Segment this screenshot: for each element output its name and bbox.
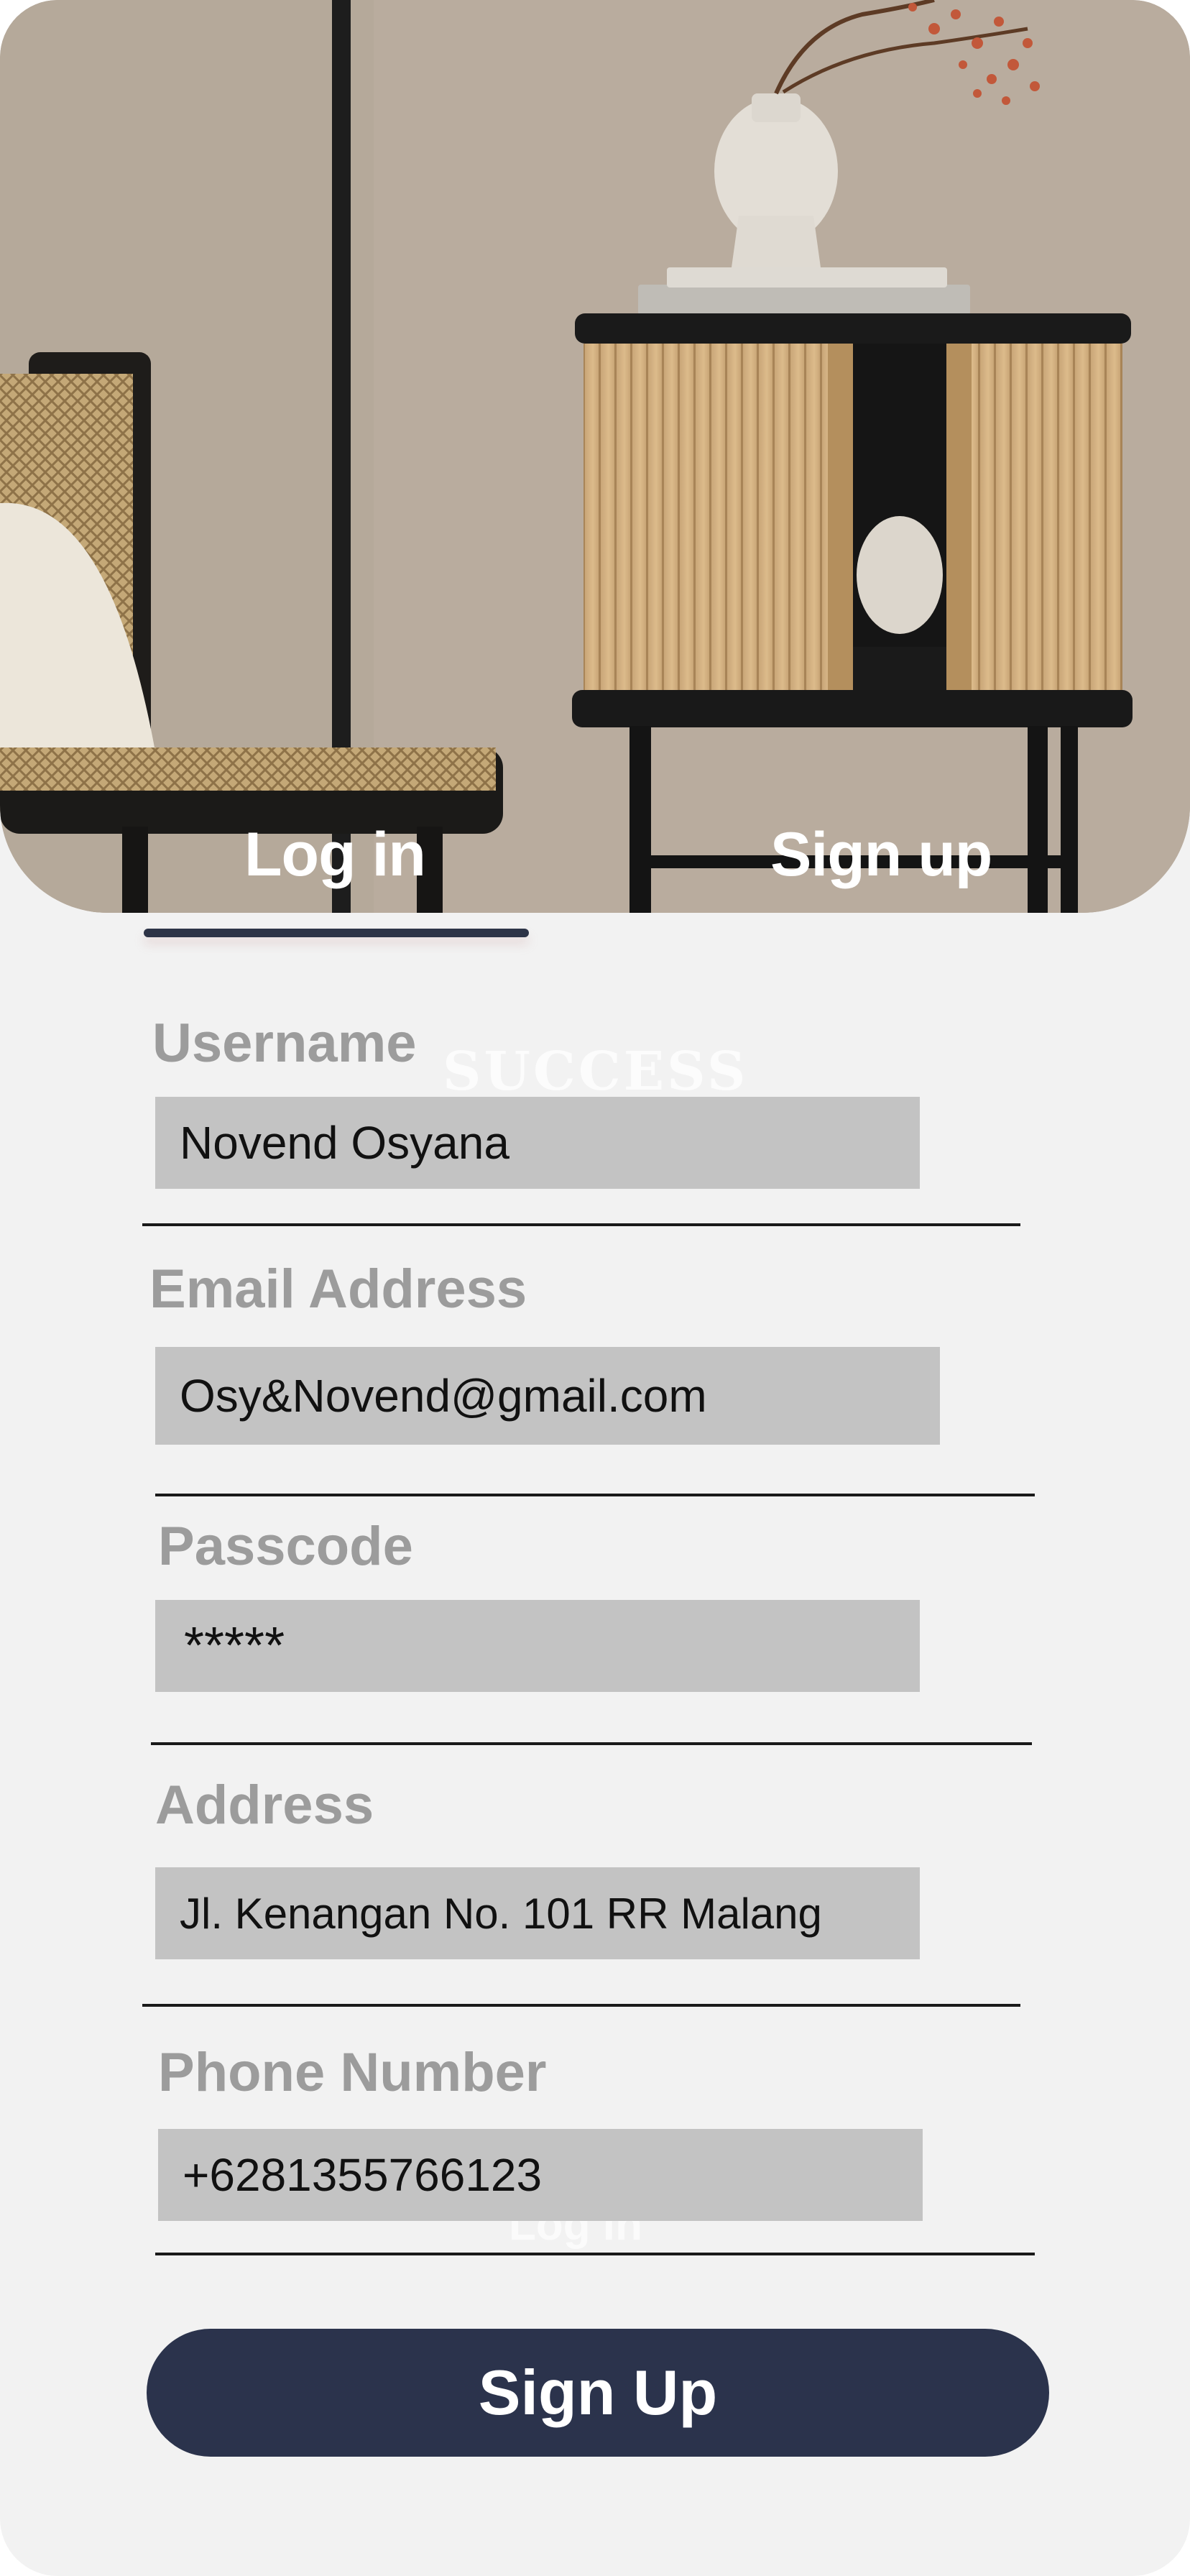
username-underline: [142, 1223, 1020, 1226]
email-field[interactable]: Osy&Novend@gmail.com: [155, 1347, 940, 1445]
passcode-underline: [151, 1742, 1032, 1745]
email-label: Email Address: [149, 1259, 527, 1320]
phone-field[interactable]: +6281355766123: [158, 2129, 923, 2221]
passcode-label: Passcode: [158, 1516, 413, 1577]
address-label: Address: [155, 1775, 374, 1836]
address-field[interactable]: Jl. Kenangan No. 101 RR Malang: [155, 1867, 920, 1959]
username-label: Username: [152, 1013, 417, 1074]
signup-screen: Log in Sign up SUCCESS Log in Username N…: [0, 0, 1190, 2576]
phone-underline: [155, 2253, 1035, 2255]
phone-label: Phone Number: [158, 2042, 547, 2103]
passcode-field[interactable]: *****: [155, 1600, 920, 1692]
background-success-text: SUCCESS: [443, 1041, 749, 1103]
email-underline: [155, 1494, 1035, 1496]
address-underline: [142, 2004, 1020, 2007]
tab-login[interactable]: Log in: [244, 819, 426, 891]
sign-up-button[interactable]: Sign Up: [147, 2329, 1049, 2457]
tab-signup[interactable]: Sign up: [770, 819, 992, 891]
hero-image: Log in Sign up: [0, 0, 1190, 913]
username-field[interactable]: Novend Osyana: [155, 1097, 920, 1189]
furniture-hero-image: [0, 0, 1190, 913]
active-tab-indicator: [144, 929, 529, 937]
